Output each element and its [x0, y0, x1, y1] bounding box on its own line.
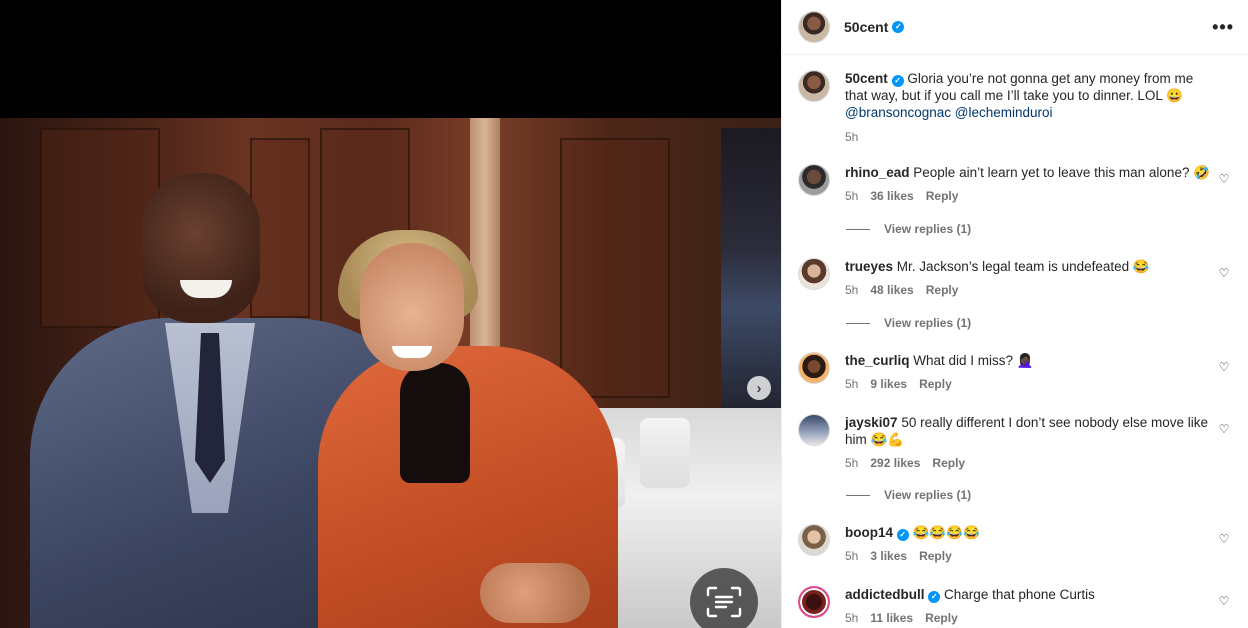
comment-item: boop14 ✓ 😂😂😂😂 5h 3 likes Reply ♡	[798, 524, 1235, 565]
view-replies-label[interactable]: View replies (1)	[884, 316, 971, 330]
caption-mentions[interactable]: @bransoncognac @lecheminduroi	[845, 105, 1053, 120]
chevron-right-icon: ›	[756, 379, 762, 397]
comment-username[interactable]: rhino_ead	[845, 165, 910, 180]
comment-time: 5h	[845, 189, 859, 203]
reply-button[interactable]: Reply	[926, 188, 959, 205]
comment-text: Mr. Jackson’s legal team is undefeated 😂	[896, 259, 1150, 274]
avatar[interactable]	[798, 70, 830, 102]
comment-time: 5h	[845, 456, 859, 470]
comment-likes[interactable]: 292 likes	[870, 455, 920, 472]
comment-time: 5h	[845, 377, 859, 391]
comment-time: 5h	[845, 283, 859, 297]
comment-item: trueyes Mr. Jackson’s legal team is unde…	[798, 258, 1235, 299]
comment-username[interactable]: boop14	[845, 525, 893, 540]
comment-text: People ain’t learn yet to leave this man…	[913, 165, 1211, 180]
reply-button[interactable]: Reply	[926, 282, 959, 299]
avatar[interactable]	[798, 11, 830, 43]
view-replies-button[interactable]: View replies (1)	[846, 488, 971, 502]
visual-search-icon	[706, 586, 742, 618]
comment-text: 50 really different I don’t see nobody e…	[845, 415, 1209, 447]
avatar[interactable]	[798, 586, 830, 618]
caption: 50cent ✓ Gloria you’re not gonna get any…	[798, 70, 1235, 146]
post-media[interactable]: ›	[0, 0, 781, 628]
author-username[interactable]: 50cent	[844, 19, 888, 35]
verified-badge-icon: ✓	[928, 591, 941, 603]
like-heart-icon[interactable]: ♡	[1217, 172, 1231, 186]
reply-button[interactable]: Reply	[932, 455, 965, 472]
view-replies-label[interactable]: View replies (1)	[884, 222, 971, 236]
divider	[846, 494, 870, 496]
comment-username[interactable]: addictedbull	[845, 587, 925, 602]
comment-item: addictedbull ✓ Charge that phone Curtis …	[798, 586, 1235, 627]
comment-username[interactable]: trueyes	[845, 259, 893, 274]
reply-button[interactable]: Reply	[919, 548, 952, 565]
verified-badge-icon: ✓	[891, 75, 904, 87]
comment-text: What did I miss? 🤦🏿‍♀️	[913, 353, 1034, 368]
comment-username[interactable]: jayski07	[845, 415, 898, 430]
more-options-icon[interactable]: •••	[1212, 18, 1234, 36]
comment-likes[interactable]: 48 likes	[870, 282, 913, 299]
view-replies-button[interactable]: View replies (1)	[846, 222, 971, 236]
like-heart-icon[interactable]: ♡	[1217, 266, 1231, 280]
avatar[interactable]	[798, 258, 830, 290]
visual-search-button[interactable]	[690, 568, 758, 628]
comment-likes[interactable]: 3 likes	[870, 548, 907, 565]
caption-username[interactable]: 50cent	[845, 71, 888, 86]
comment-item: rhino_ead People ain’t learn yet to leav…	[798, 164, 1235, 205]
avatar[interactable]	[798, 352, 830, 384]
avatar[interactable]	[798, 414, 830, 446]
view-replies-label[interactable]: View replies (1)	[884, 488, 971, 502]
like-heart-icon[interactable]: ♡	[1217, 422, 1231, 436]
divider	[846, 322, 870, 324]
comments-panel: 50cent ✓ ••• 50cent ✓ Gloria you’re not …	[781, 0, 1248, 628]
verified-badge-icon: ✓	[896, 529, 909, 541]
post-photo	[0, 118, 781, 628]
post-modal: › 50cent ✓ ••• 50cent ✓ Gloria you’re no…	[0, 0, 1248, 628]
like-heart-icon[interactable]: ♡	[1217, 532, 1231, 546]
view-replies-button[interactable]: View replies (1)	[846, 316, 971, 330]
avatar[interactable]	[798, 164, 830, 196]
comment-username[interactable]: the_curliq	[845, 353, 910, 368]
verified-badge-icon: ✓	[892, 21, 905, 33]
comment-item: the_curliq What did I miss? 🤦🏿‍♀️ 5h 9 l…	[798, 352, 1235, 393]
divider	[846, 228, 870, 230]
avatar[interactable]	[798, 524, 830, 556]
post-header: 50cent ✓ •••	[782, 0, 1248, 55]
reply-button[interactable]: Reply	[919, 376, 952, 393]
comment-text: Charge that phone Curtis	[944, 587, 1095, 602]
reply-button[interactable]: Reply	[925, 610, 958, 627]
like-heart-icon[interactable]: ♡	[1217, 594, 1231, 608]
comment-time: 5h	[845, 611, 859, 625]
like-heart-icon[interactable]: ♡	[1217, 360, 1231, 374]
comment-list[interactable]: 50cent ✓ Gloria you’re not gonna get any…	[782, 56, 1248, 628]
comment-text: 😂😂😂😂	[912, 525, 980, 540]
next-media-button[interactable]: ›	[747, 376, 771, 400]
post-author[interactable]: 50cent ✓	[844, 19, 905, 35]
comment-likes[interactable]: 9 likes	[870, 376, 907, 393]
comment-likes[interactable]: 11 likes	[870, 610, 913, 627]
comment-likes[interactable]: 36 likes	[870, 188, 913, 205]
caption-time: 5h	[845, 130, 859, 144]
comment-time: 5h	[845, 549, 859, 563]
comment-item: jayski07 50 really different I don’t see…	[798, 414, 1235, 472]
